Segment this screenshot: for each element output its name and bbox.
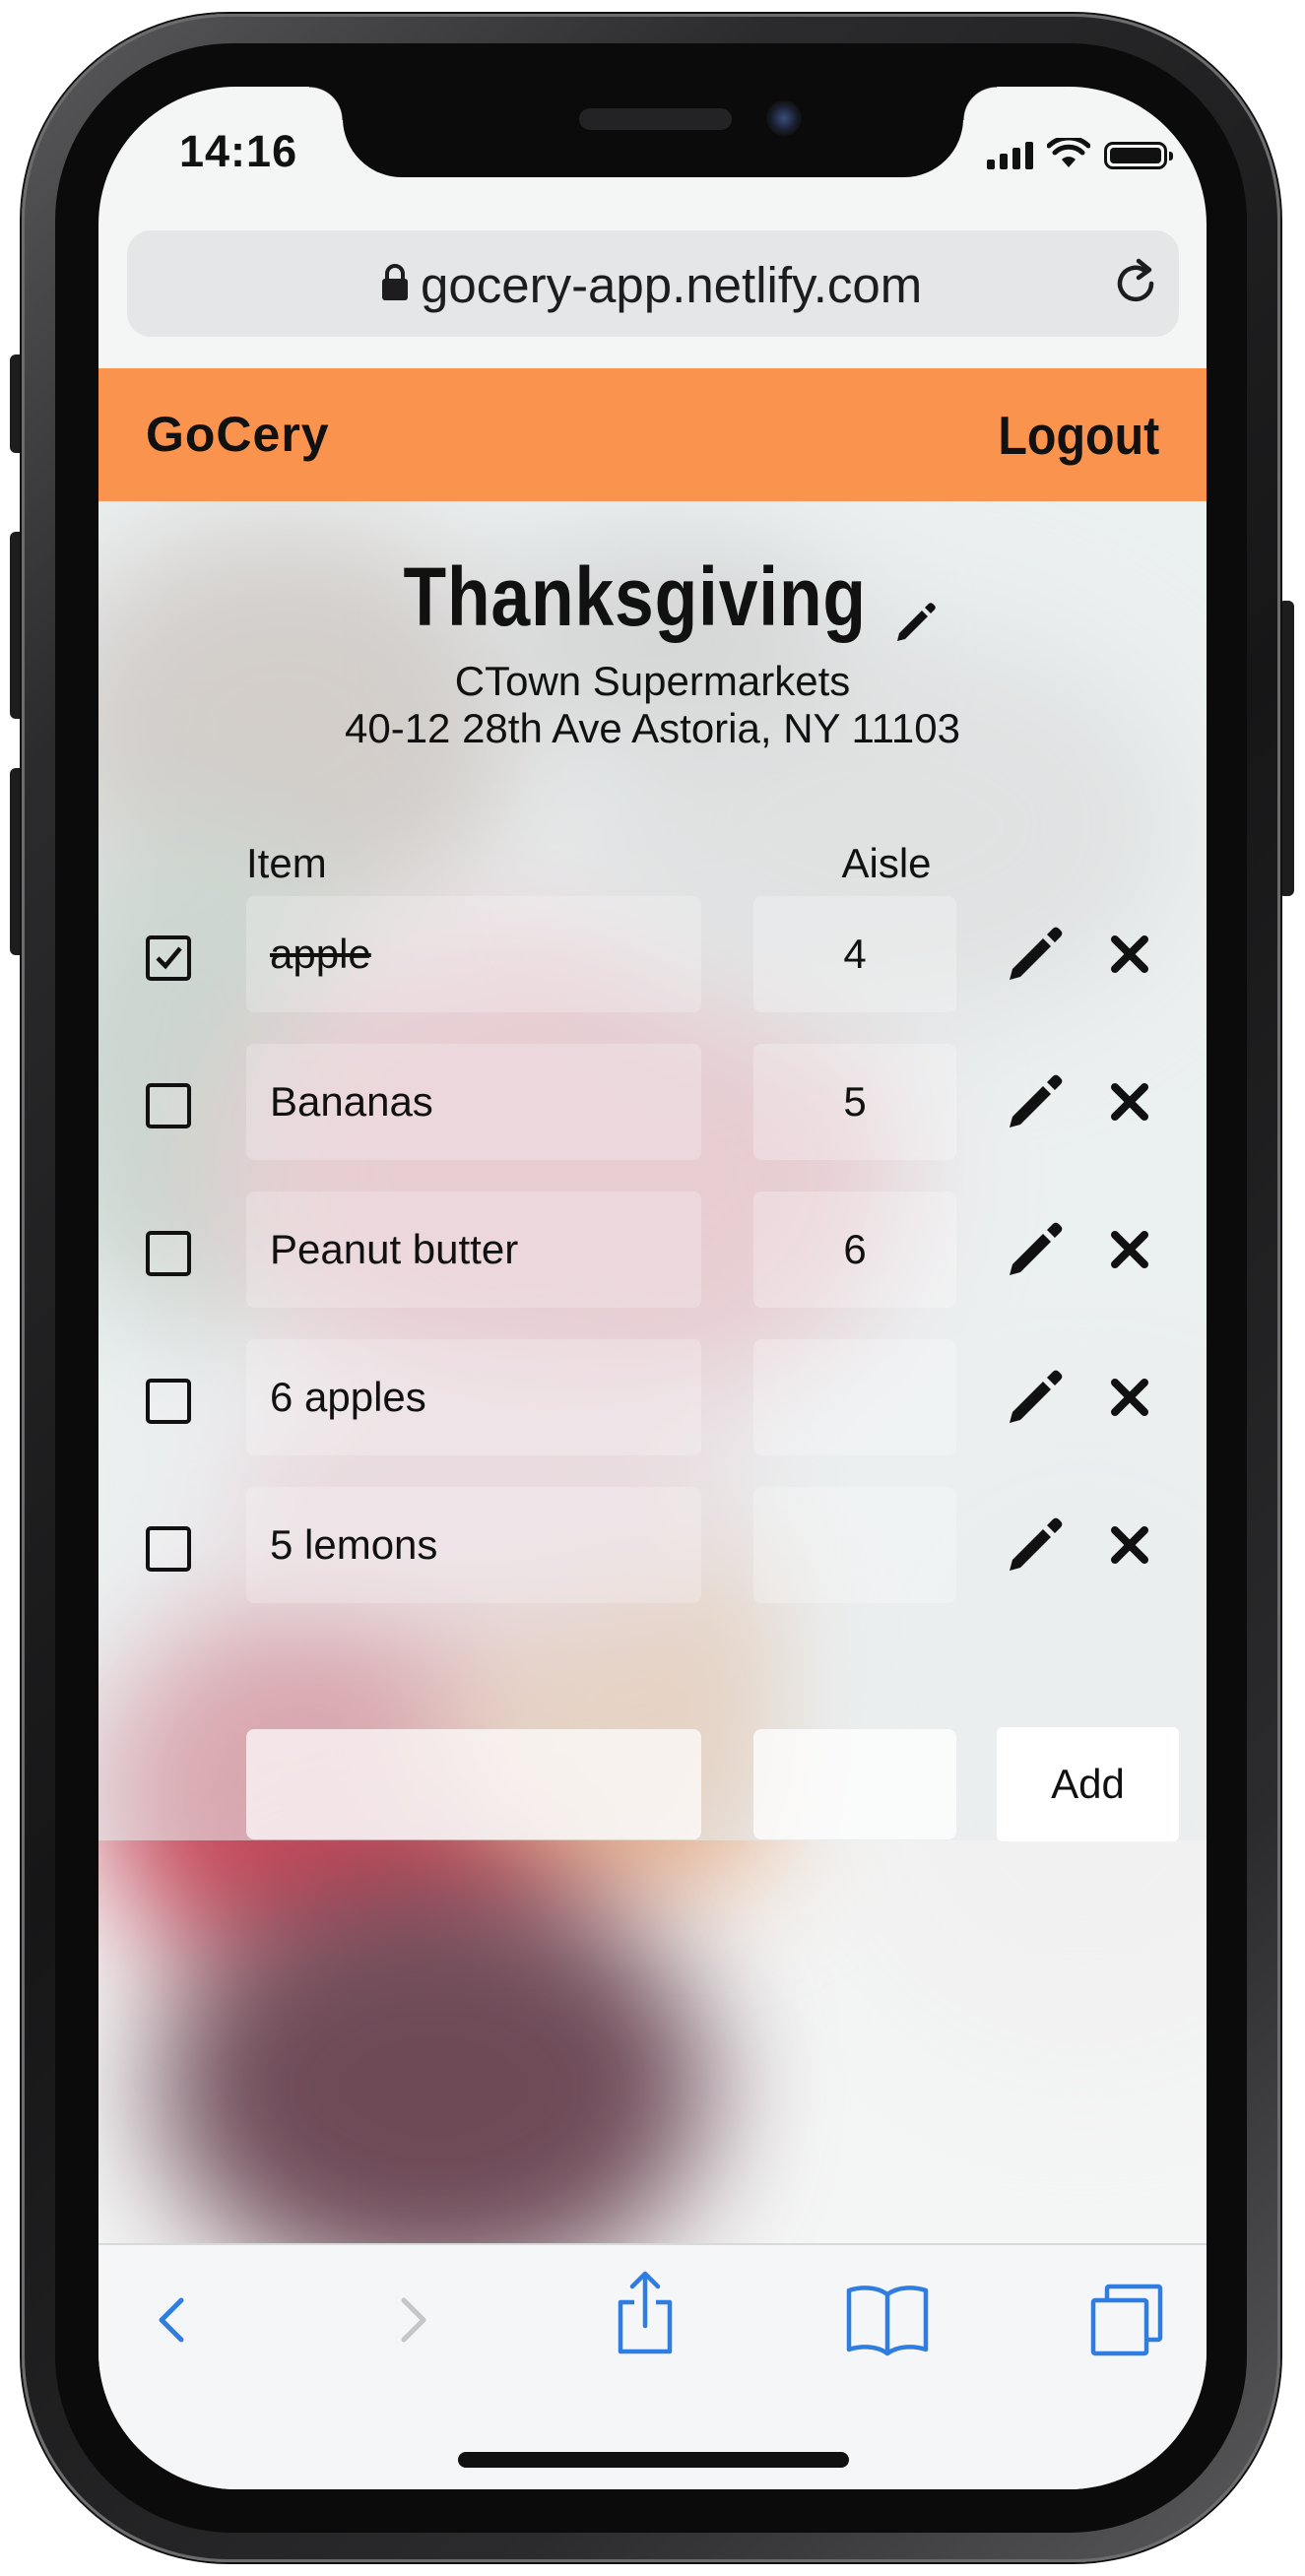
bookmarks-icon[interactable] bbox=[843, 2281, 932, 2359]
item-name-field[interactable]: Bananas bbox=[246, 1044, 701, 1160]
delete-icon[interactable] bbox=[1105, 930, 1154, 979]
status-icons bbox=[987, 138, 1173, 169]
column-header-aisle: Aisle bbox=[841, 840, 932, 886]
edit-icon[interactable] bbox=[1003, 918, 1072, 987]
status-time: 14:16 bbox=[179, 126, 298, 176]
item-name-field[interactable]: apple bbox=[246, 896, 701, 1012]
item-checkbox[interactable] bbox=[146, 935, 191, 981]
delete-icon[interactable] bbox=[1105, 1520, 1154, 1570]
item-name-field[interactable]: 5 lemons bbox=[246, 1487, 701, 1603]
item-list: apple 4 Bananas 5 Peanut butter 6 6 appl… bbox=[98, 896, 1207, 1635]
item-aisle-field[interactable] bbox=[753, 1487, 956, 1603]
edit-icon[interactable] bbox=[1003, 1213, 1072, 1282]
checkmark-icon bbox=[156, 946, 182, 970]
list-item: apple 4 bbox=[98, 896, 1207, 1044]
delete-icon[interactable] bbox=[1105, 1077, 1154, 1127]
share-icon[interactable] bbox=[611, 2269, 680, 2357]
list-item: Bananas 5 bbox=[98, 1044, 1207, 1191]
list-title: Thanksgiving bbox=[98, 549, 1207, 647]
item-aisle-field[interactable]: 4 bbox=[753, 896, 956, 1012]
delete-icon[interactable] bbox=[1105, 1225, 1154, 1274]
cellular-signal-icon bbox=[987, 142, 1033, 169]
list-item: 6 apples bbox=[98, 1339, 1207, 1487]
address-bar[interactable]: gocery-app.netlify.com bbox=[127, 230, 1179, 337]
brand-logo[interactable]: GoCery bbox=[146, 406, 330, 463]
column-header-item: Item bbox=[246, 840, 327, 886]
url-text[interactable]: gocery-app.netlify.com bbox=[421, 256, 922, 314]
home-indicator[interactable] bbox=[458, 2452, 849, 2468]
phone-screen: 14:16 gocery-app.netlify.com GoCery Logo… bbox=[98, 87, 1207, 2489]
item-checkbox[interactable] bbox=[146, 1083, 191, 1128]
item-aisle-field[interactable]: 6 bbox=[753, 1191, 956, 1308]
speaker-grille bbox=[579, 108, 732, 130]
item-checkbox[interactable] bbox=[146, 1526, 191, 1572]
edit-title-icon[interactable] bbox=[891, 596, 943, 647]
logout-button[interactable]: Logout bbox=[998, 404, 1159, 467]
new-item-input[interactable] bbox=[246, 1729, 701, 1839]
add-item-button[interactable]: Add bbox=[997, 1727, 1179, 1841]
item-name-field[interactable]: Peanut butter bbox=[246, 1191, 701, 1308]
wifi-icon bbox=[1047, 138, 1090, 167]
notch bbox=[309, 87, 997, 177]
back-icon[interactable] bbox=[142, 2281, 201, 2359]
item-aisle-field[interactable]: 5 bbox=[753, 1044, 956, 1160]
delete-icon[interactable] bbox=[1105, 1373, 1154, 1422]
item-aisle-field[interactable] bbox=[753, 1339, 956, 1455]
reload-icon[interactable] bbox=[1112, 258, 1161, 309]
list-item: Peanut butter 6 bbox=[98, 1191, 1207, 1339]
page-title: Thanksgiving bbox=[403, 550, 867, 643]
app-header: GoCery Logout bbox=[98, 368, 1207, 501]
power-button bbox=[1278, 601, 1294, 896]
tabs-icon[interactable] bbox=[1087, 2281, 1166, 2359]
edit-icon[interactable] bbox=[1003, 1065, 1072, 1134]
edit-icon[interactable] bbox=[1003, 1361, 1072, 1430]
item-checkbox[interactable] bbox=[146, 1231, 191, 1276]
list-item: 5 lemons bbox=[98, 1487, 1207, 1635]
edit-icon[interactable] bbox=[1003, 1509, 1072, 1578]
battery-icon bbox=[1104, 142, 1173, 169]
lock-icon bbox=[382, 264, 408, 300]
front-camera bbox=[766, 100, 802, 136]
item-name-field[interactable]: 6 apples bbox=[246, 1339, 701, 1455]
store-address: 40-12 28th Ave Astoria, NY 11103 bbox=[344, 705, 961, 751]
forward-icon bbox=[401, 2297, 426, 2343]
store-name: CTown Supermarkets bbox=[454, 658, 851, 704]
item-checkbox[interactable] bbox=[146, 1379, 191, 1424]
new-aisle-input[interactable] bbox=[753, 1729, 956, 1839]
